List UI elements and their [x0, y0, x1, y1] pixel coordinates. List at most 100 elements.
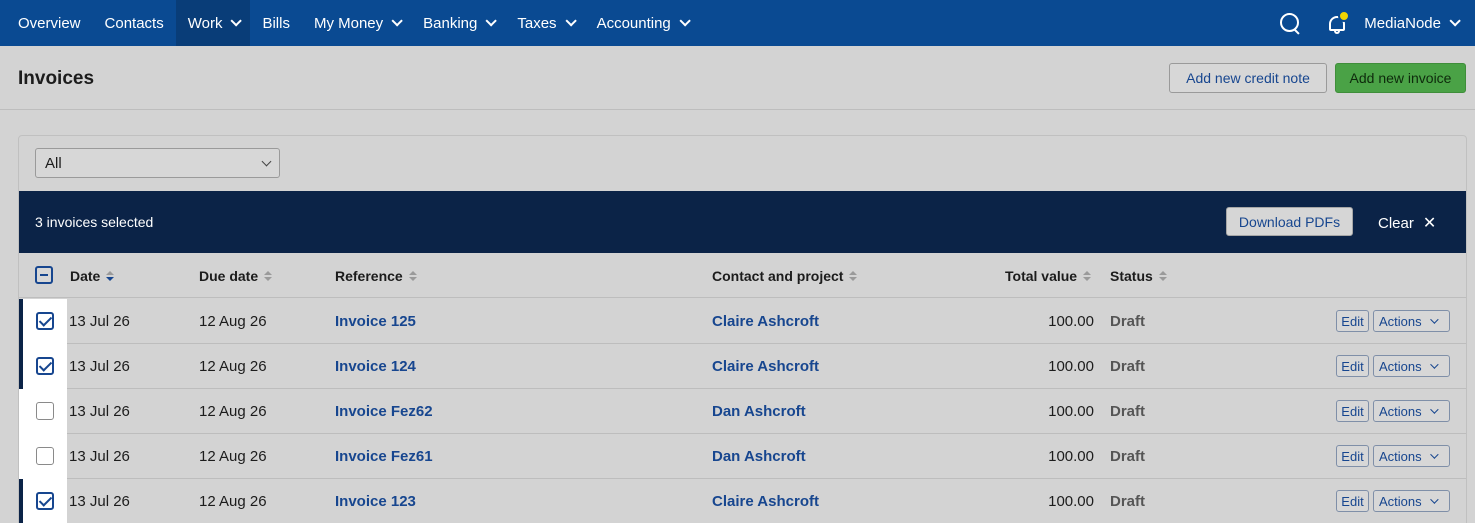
table-row: 13 Jul 26 12 Aug 26 Invoice 125 Claire Ashc… [19, 299, 1466, 344]
add-invoice-button[interactable]: Add new invoice [1335, 63, 1466, 93]
invoice-due-date: 12 Aug 26 [199, 358, 267, 375]
contact-link[interactable]: Claire Ashcroft [712, 358, 819, 375]
bell-clapper [1334, 31, 1341, 34]
row-checkbox[interactable] [36, 447, 54, 465]
invoice-total: 100.00 [1048, 313, 1094, 330]
nav-item-work[interactable]: Work [175, 0, 251, 46]
nav-item-bills[interactable]: Bills [250, 0, 302, 46]
close-icon: ✕ [1422, 215, 1437, 232]
page-header: Invoices Add new credit note Add new inv… [0, 46, 1475, 110]
column-due-date[interactable]: Due date [199, 268, 273, 284]
chevron-down-icon [1449, 15, 1461, 27]
sort-icon [264, 271, 273, 281]
nav-label: Bills [262, 14, 290, 32]
actions-dropdown[interactable]: Actions [1373, 310, 1450, 332]
edit-button[interactable]: Edit [1336, 310, 1369, 332]
chevron-down-icon [1429, 450, 1439, 459]
user-name: MediaNode [1364, 14, 1441, 32]
column-label: Date [70, 268, 101, 284]
user-menu[interactable]: MediaNode [1364, 15, 1475, 32]
invoice-reference-link[interactable]: Invoice Fez61 [335, 448, 433, 465]
invoice-reference-link[interactable]: Invoice 124 [335, 358, 416, 375]
invoice-total: 100.00 [1048, 358, 1094, 375]
edit-button[interactable]: Edit [1336, 355, 1369, 377]
column-label: Total value [1005, 268, 1078, 284]
actions-dropdown[interactable]: Actions [1373, 400, 1450, 422]
contact-link[interactable]: Dan Ashcroft [712, 448, 806, 465]
clear-selection-button[interactable]: Clear ✕ [1378, 213, 1436, 233]
invoice-total: 100.00 [1048, 403, 1094, 420]
column-label: Reference [335, 268, 403, 284]
notification-dot-icon [1338, 10, 1351, 22]
contact-link[interactable]: Claire Ashcroft [712, 493, 819, 510]
bulk-selection-bar: 3 invoices selected Download PDFs Clear … [19, 191, 1466, 253]
column-reference[interactable]: Reference [335, 268, 417, 284]
row-checkbox[interactable] [36, 357, 54, 375]
row-checkbox[interactable] [36, 492, 54, 510]
actions-dropdown[interactable]: Actions [1373, 355, 1450, 377]
invoice-date: 13 Jul 26 [69, 448, 130, 465]
edit-button[interactable]: Edit [1336, 400, 1369, 422]
invoice-status: Draft [1110, 448, 1146, 465]
nav-item-my-money[interactable]: My Money [302, 0, 411, 46]
select-all-checkbox[interactable] [35, 266, 53, 284]
bell-icon[interactable] [1326, 10, 1351, 36]
nav-label: My Money [313, 14, 384, 32]
nav-label: Contacts [104, 14, 164, 32]
edit-button[interactable]: Edit [1336, 490, 1369, 512]
top-navigation: Overview Contacts Work Bills My Money Ba… [0, 0, 1475, 46]
contact-link[interactable]: Dan Ashcroft [712, 403, 806, 420]
chevron-down-icon [230, 15, 243, 27]
invoice-reference-link[interactable]: Invoice 123 [335, 493, 416, 510]
clear-label: Clear [1378, 214, 1414, 232]
nav-label: Work [187, 14, 223, 32]
table-row: 13 Jul 26 12 Aug 26 Invoice 123 Claire Ashc… [19, 479, 1466, 523]
sort-icon [106, 271, 115, 281]
nav-item-banking[interactable]: Banking [411, 0, 505, 46]
nav-item-accounting[interactable]: Accounting [585, 0, 699, 46]
nav-item-taxes[interactable]: Taxes [505, 0, 584, 46]
invoice-due-date: 12 Aug 26 [199, 403, 267, 420]
invoice-status: Draft [1110, 403, 1146, 420]
status-filter-select[interactable]: All [35, 148, 280, 178]
actions-dropdown[interactable]: Actions [1373, 490, 1450, 512]
chevron-down-icon [1429, 495, 1439, 504]
download-pdfs-button[interactable]: Download PDFs [1226, 207, 1353, 236]
actions-dropdown[interactable]: Actions [1373, 445, 1450, 467]
invoice-date: 13 Jul 26 [69, 313, 130, 330]
row-checkbox[interactable] [36, 312, 54, 330]
actions-label: Actions [1379, 358, 1422, 374]
nav-label: Overview [18, 14, 81, 32]
add-credit-note-button[interactable]: Add new credit note [1169, 63, 1327, 93]
column-label: Due date [199, 268, 259, 284]
table-row: 13 Jul 26 12 Aug 26 Invoice 124 Claire Ashc… [19, 344, 1466, 389]
contact-link[interactable]: Claire Ashcroft [712, 313, 819, 330]
invoice-status: Draft [1110, 313, 1146, 330]
invoice-date: 13 Jul 26 [69, 493, 130, 510]
chevron-down-icon [1429, 405, 1439, 414]
actions-label: Actions [1379, 493, 1422, 509]
column-contact[interactable]: Contact and project [712, 268, 858, 284]
chevron-down-icon [391, 15, 403, 27]
invoice-reference-link[interactable]: Invoice Fez62 [335, 403, 433, 420]
selected-indicator [19, 479, 23, 523]
chevron-down-icon [565, 15, 577, 27]
actions-label: Actions [1379, 448, 1422, 464]
nav-item-contacts[interactable]: Contacts [93, 0, 176, 46]
sort-icon [1158, 271, 1167, 281]
column-date[interactable]: Date [70, 268, 115, 284]
invoice-total: 100.00 [1048, 448, 1094, 465]
edit-button[interactable]: Edit [1336, 445, 1369, 467]
column-status[interactable]: Status [1110, 268, 1167, 284]
nav-right: MediaNode [1278, 0, 1475, 46]
invoice-status: Draft [1110, 358, 1146, 375]
filter-value: All [45, 155, 62, 172]
invoice-reference-link[interactable]: Invoice 125 [335, 313, 416, 330]
selection-count: 3 invoices selected [35, 214, 154, 230]
search-icon[interactable] [1278, 11, 1302, 35]
column-total-value[interactable]: Total value [1005, 268, 1092, 284]
nav-item-overview[interactable]: Overview [0, 0, 93, 46]
row-checkbox[interactable] [36, 402, 54, 420]
invoice-status: Draft [1110, 493, 1146, 510]
table-header: Date Due date Reference Contact and proj… [19, 253, 1466, 298]
